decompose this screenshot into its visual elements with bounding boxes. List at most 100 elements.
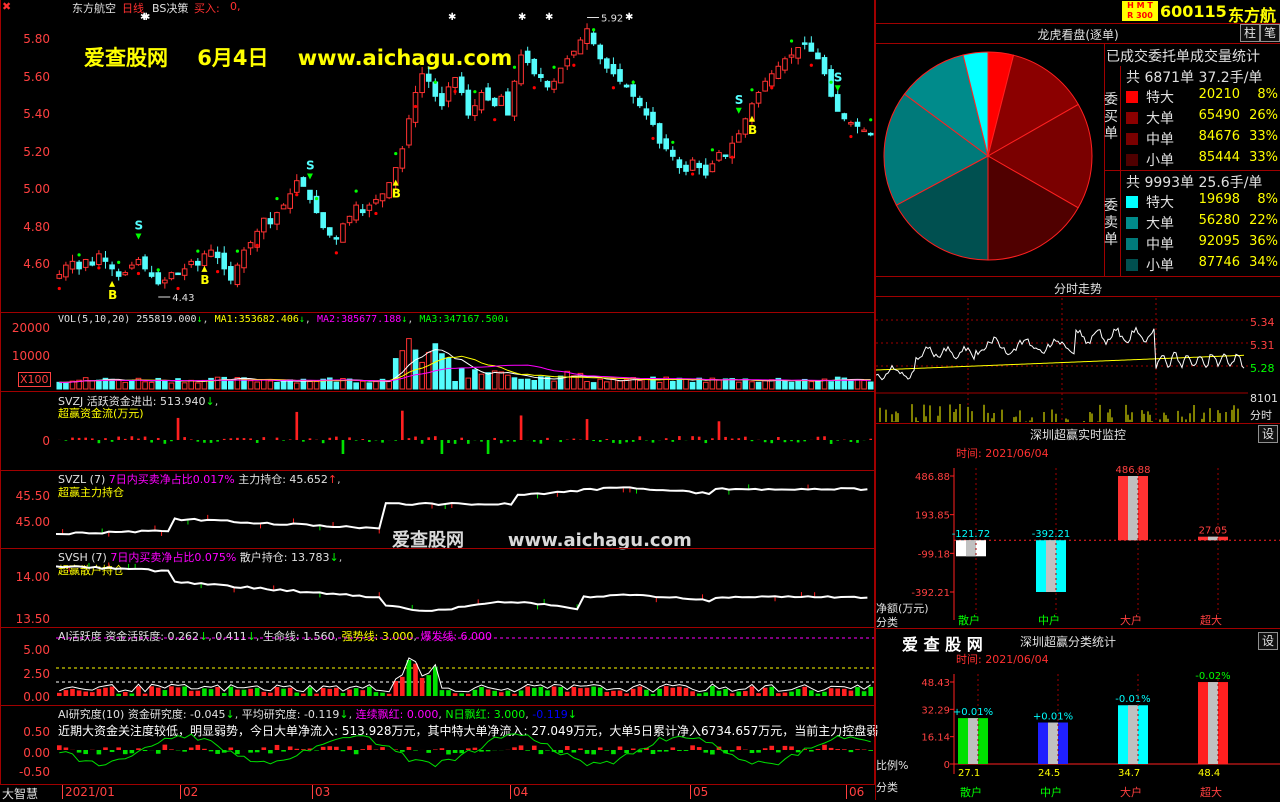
ai-active-chart[interactable]	[56, 630, 874, 705]
svzj-bar	[355, 440, 358, 441]
candle-body	[281, 205, 286, 209]
active-bar	[736, 691, 741, 696]
fenshi-ytick-1: 5.34	[1250, 316, 1275, 329]
active-bar	[638, 687, 643, 696]
active-bar	[341, 693, 346, 696]
active-bar	[314, 694, 319, 696]
svzj-bar	[295, 412, 298, 440]
research-bar	[400, 750, 405, 752]
candle-body	[407, 119, 412, 145]
research-bar	[690, 745, 695, 750]
candle-body	[690, 160, 695, 170]
candle-body	[374, 199, 379, 203]
monitor-category: 超大	[1200, 613, 1222, 627]
signal-dot	[454, 90, 457, 93]
volume-bar	[314, 382, 319, 389]
volume-ma-line	[59, 350, 870, 383]
research-bar	[334, 747, 339, 750]
svzj-bar	[348, 437, 351, 440]
main-ytick: 5.80	[0, 32, 50, 46]
volume-bar	[261, 380, 266, 389]
svsh-chart[interactable]	[56, 552, 874, 627]
active-bar	[97, 689, 102, 696]
bi-button[interactable]: 笔	[1260, 24, 1280, 42]
volume-bar	[90, 381, 95, 389]
candle-body	[611, 65, 616, 74]
zhu-button[interactable]: 柱	[1240, 24, 1260, 42]
candle-body	[783, 59, 788, 70]
research-bar	[433, 749, 438, 750]
signal-dot	[97, 266, 100, 269]
sell-arrow	[835, 85, 841, 91]
svzj-chart[interactable]	[56, 395, 874, 470]
svzj-bar	[427, 437, 430, 440]
svzj-bar	[203, 440, 206, 443]
monitor-bar-chart[interactable]: 486.88193.85-99.18-392.21-121.72散户-392.2…	[876, 458, 1280, 630]
svzj-bar	[401, 411, 404, 440]
svzl-ytick-1: 45.50	[0, 489, 50, 503]
classify-bar-shade	[1048, 723, 1058, 764]
svzj-bar	[421, 440, 424, 444]
candle-body	[327, 228, 332, 235]
x-axis-label: 05	[690, 785, 708, 799]
classify-set-button[interactable]: 设	[1258, 632, 1278, 650]
signal-dot	[58, 287, 61, 290]
close-icon[interactable]: ✖	[2, 0, 11, 13]
active-bar	[136, 686, 141, 696]
svzj-bar	[665, 438, 668, 440]
signal-dot	[691, 172, 694, 175]
candle-body	[677, 160, 682, 168]
monitor-category: 散户	[958, 613, 980, 627]
volume-bar	[275, 382, 280, 389]
ai-research-chart[interactable]	[56, 708, 874, 784]
volume-chart[interactable]	[56, 326, 874, 391]
volume-bar	[690, 382, 695, 389]
svzl-chart[interactable]	[56, 474, 874, 548]
candle-body	[802, 43, 807, 45]
top-star: ✱	[142, 12, 150, 23]
volume-bar	[855, 380, 860, 389]
svzj-bar	[836, 440, 839, 441]
research-bar	[116, 747, 121, 750]
candle-body	[618, 70, 623, 82]
candle-body	[651, 112, 656, 124]
x-axis-label: 03	[312, 785, 330, 799]
sell-signal: S	[834, 70, 843, 84]
classify-bar-chart[interactable]: 48.4332.2916.140+0.01%27.1散户+0.01%24.5中户…	[876, 664, 1280, 800]
research-bar	[585, 750, 590, 754]
active-bar	[453, 693, 458, 696]
signal-dot	[830, 81, 833, 84]
candle-body	[545, 81, 550, 86]
signal-dot	[434, 81, 437, 84]
signal-dot	[256, 244, 259, 247]
candle-body	[506, 92, 511, 115]
volume-bar	[281, 381, 286, 389]
svzj-bar	[91, 438, 94, 440]
active-bar	[677, 687, 682, 696]
legend-value: 19698	[1196, 192, 1240, 207]
signal-dot	[414, 105, 417, 108]
active-bar	[242, 690, 247, 696]
active-bar	[868, 687, 873, 696]
research-bar	[822, 745, 827, 750]
volume-bar	[783, 381, 788, 389]
legend-swatch	[1126, 217, 1138, 229]
research-bar	[710, 750, 715, 754]
active-bar	[143, 694, 148, 696]
monitor-ytick: 486.88	[915, 472, 950, 483]
legend-value: 84676	[1196, 129, 1240, 144]
vol-v0: 255819.000	[136, 314, 196, 325]
svsh-ytick-1: 14.00	[0, 570, 50, 584]
research-bar	[532, 746, 537, 750]
longhu-pie-chart[interactable]	[880, 48, 1100, 270]
candle-body	[552, 81, 557, 89]
candle-body	[776, 66, 781, 78]
active-bar	[70, 689, 75, 696]
candlestick-chart[interactable]: 5.924.43BBBBSSSS✱✱✱✱✱✱	[56, 10, 874, 312]
svzj-bar	[394, 440, 397, 441]
monitor-value-label: -121.72	[952, 529, 991, 540]
sell-signal: S	[306, 158, 315, 172]
intraday-chart[interactable]	[876, 298, 1248, 422]
monitor-set-button[interactable]: 设	[1258, 425, 1278, 443]
candle-body	[723, 155, 728, 157]
